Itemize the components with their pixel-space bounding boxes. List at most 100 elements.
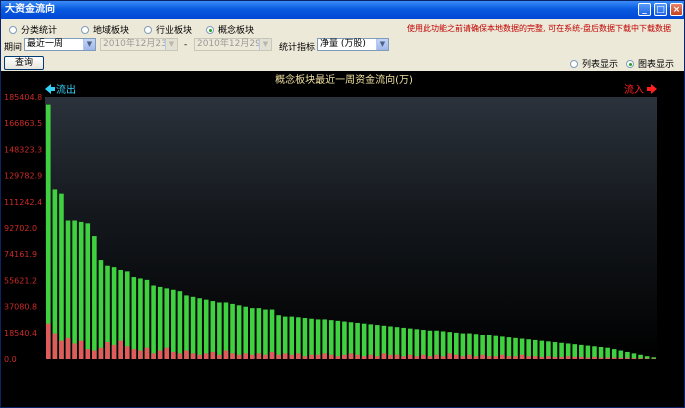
outflow-bar (157, 350, 163, 359)
inflow-bar (355, 322, 360, 359)
inflow-bar (289, 316, 295, 359)
outflow-bar (59, 340, 64, 359)
outflow-bar (124, 346, 130, 359)
inflow-bar (328, 320, 334, 359)
minimize-button[interactable]: _ (638, 3, 651, 16)
outflow-bar (328, 354, 334, 359)
inflow-bar (144, 279, 150, 359)
close-button[interactable]: × (670, 3, 683, 16)
inflow-bar (210, 301, 216, 359)
tab-industry-sector[interactable]: 行业板块 (144, 23, 192, 36)
inflow-bar (243, 306, 248, 359)
outflow-bar (302, 356, 308, 359)
view-list-option[interactable]: 列表显示 (570, 57, 618, 70)
outflow-bar (65, 337, 71, 359)
outflow-bar (546, 356, 551, 359)
outflow-bar (105, 342, 110, 359)
inflow-bar (552, 342, 558, 359)
date-separator: - (184, 40, 188, 50)
outflow-bar (460, 356, 466, 359)
y-tick-label: 166863.5 (4, 119, 42, 128)
inflow-bar (151, 285, 156, 359)
inflow-bar (296, 317, 301, 359)
outflow-bar (335, 356, 341, 359)
outflow-bar (486, 356, 492, 359)
metric-select[interactable]: 净量 (万股) ▼ (317, 38, 389, 51)
inflow-bar (282, 316, 288, 359)
arrow-right-icon (647, 84, 657, 94)
outflow-bar (322, 353, 327, 359)
outflow-bar (480, 354, 485, 359)
y-tick-label: 148323.3 (4, 145, 42, 154)
y-tick-label: 129782.9 (4, 172, 42, 181)
chevron-down-icon: ▼ (259, 39, 271, 50)
outflow-bar (361, 356, 367, 359)
inflow-bar (230, 303, 235, 359)
y-tick-label: 111242.4 (4, 198, 42, 207)
outflow-label: 流出 (56, 83, 76, 96)
inflow-bar (427, 330, 433, 359)
outflow-bar (592, 356, 597, 359)
date-to-picker[interactable]: 2010年12月29日 ▼ (194, 38, 272, 51)
date-from-picker[interactable]: 2010年12月23日 ▼ (100, 38, 178, 51)
tab-label: 地域板块 (93, 26, 130, 36)
inflow-bar (598, 346, 604, 359)
outflow-bar (605, 357, 610, 359)
inflow-bar (473, 334, 479, 359)
inflow-bar (368, 324, 374, 359)
y-tick-label: 92702.0 (4, 224, 37, 233)
outflow-bar (111, 344, 117, 359)
inflow-bar (184, 295, 189, 359)
outflow-bar (46, 323, 51, 359)
inflow-bar (486, 334, 492, 359)
outflow-bar (151, 353, 156, 359)
inflow-bar (177, 291, 183, 359)
outflow-bar (78, 340, 84, 359)
query-button[interactable]: 查询 (4, 56, 44, 70)
outflow-bar (506, 356, 512, 359)
outflow-bar (92, 350, 97, 359)
view-chart-option[interactable]: 图表显示 (626, 57, 674, 70)
window: 大资金流向 _ □ × 分类统计 地域板块 行业板块 概念板块 使用此功能之前请… (0, 0, 685, 408)
y-tick-label: 18540.4 (4, 329, 37, 338)
outflow-bar (454, 354, 459, 359)
inflow-bar (315, 319, 321, 359)
inflow-bar (85, 223, 91, 359)
outflow-bar (585, 357, 591, 359)
outflow-bar (98, 347, 104, 359)
outflow-bar (177, 353, 183, 359)
outflow-bar (131, 349, 137, 359)
radio-icon (9, 25, 17, 34)
inflow-bar (236, 305, 242, 359)
outflow-bar (440, 356, 446, 359)
outflow-bar (559, 356, 564, 359)
view-label: 列表显示 (582, 60, 619, 70)
inflow-bar (526, 339, 531, 359)
tab-category-stats[interactable]: 分类统计 (9, 23, 57, 36)
tab-label: 行业板块 (156, 26, 193, 36)
inflow-label: 流入 (624, 83, 644, 96)
inflow-bar (506, 337, 512, 359)
outflow-bar (355, 354, 360, 359)
inflow-bar (46, 104, 51, 359)
outflow-bar (309, 354, 314, 359)
outflow-bar (427, 356, 433, 359)
tab-region-sector[interactable]: 地域板块 (81, 23, 129, 36)
period-select[interactable]: 最近一周 ▼ (24, 38, 96, 51)
inflow-bar (171, 289, 176, 359)
title-bar: 大资金流向 _ □ × (1, 1, 684, 19)
inflow-bar (460, 333, 466, 359)
outflow-bar (315, 354, 321, 359)
radio-selected-icon (626, 59, 634, 68)
maximize-button[interactable]: □ (654, 3, 667, 16)
inflow-bar (256, 308, 262, 359)
inflow-bar (407, 328, 413, 359)
tab-concept-sector[interactable]: 概念板块 (206, 23, 254, 36)
outflow-bar (598, 357, 604, 359)
radio-icon (570, 59, 578, 68)
chevron-down-icon: ▼ (165, 39, 177, 50)
y-axis: 185404.8 166863.5 148323.3 129782.9 111242.4… (4, 93, 42, 364)
y-tick-label: 55621.2 (4, 276, 37, 285)
outflow-bar (230, 353, 235, 359)
period-value: 最近一周 (27, 39, 64, 49)
